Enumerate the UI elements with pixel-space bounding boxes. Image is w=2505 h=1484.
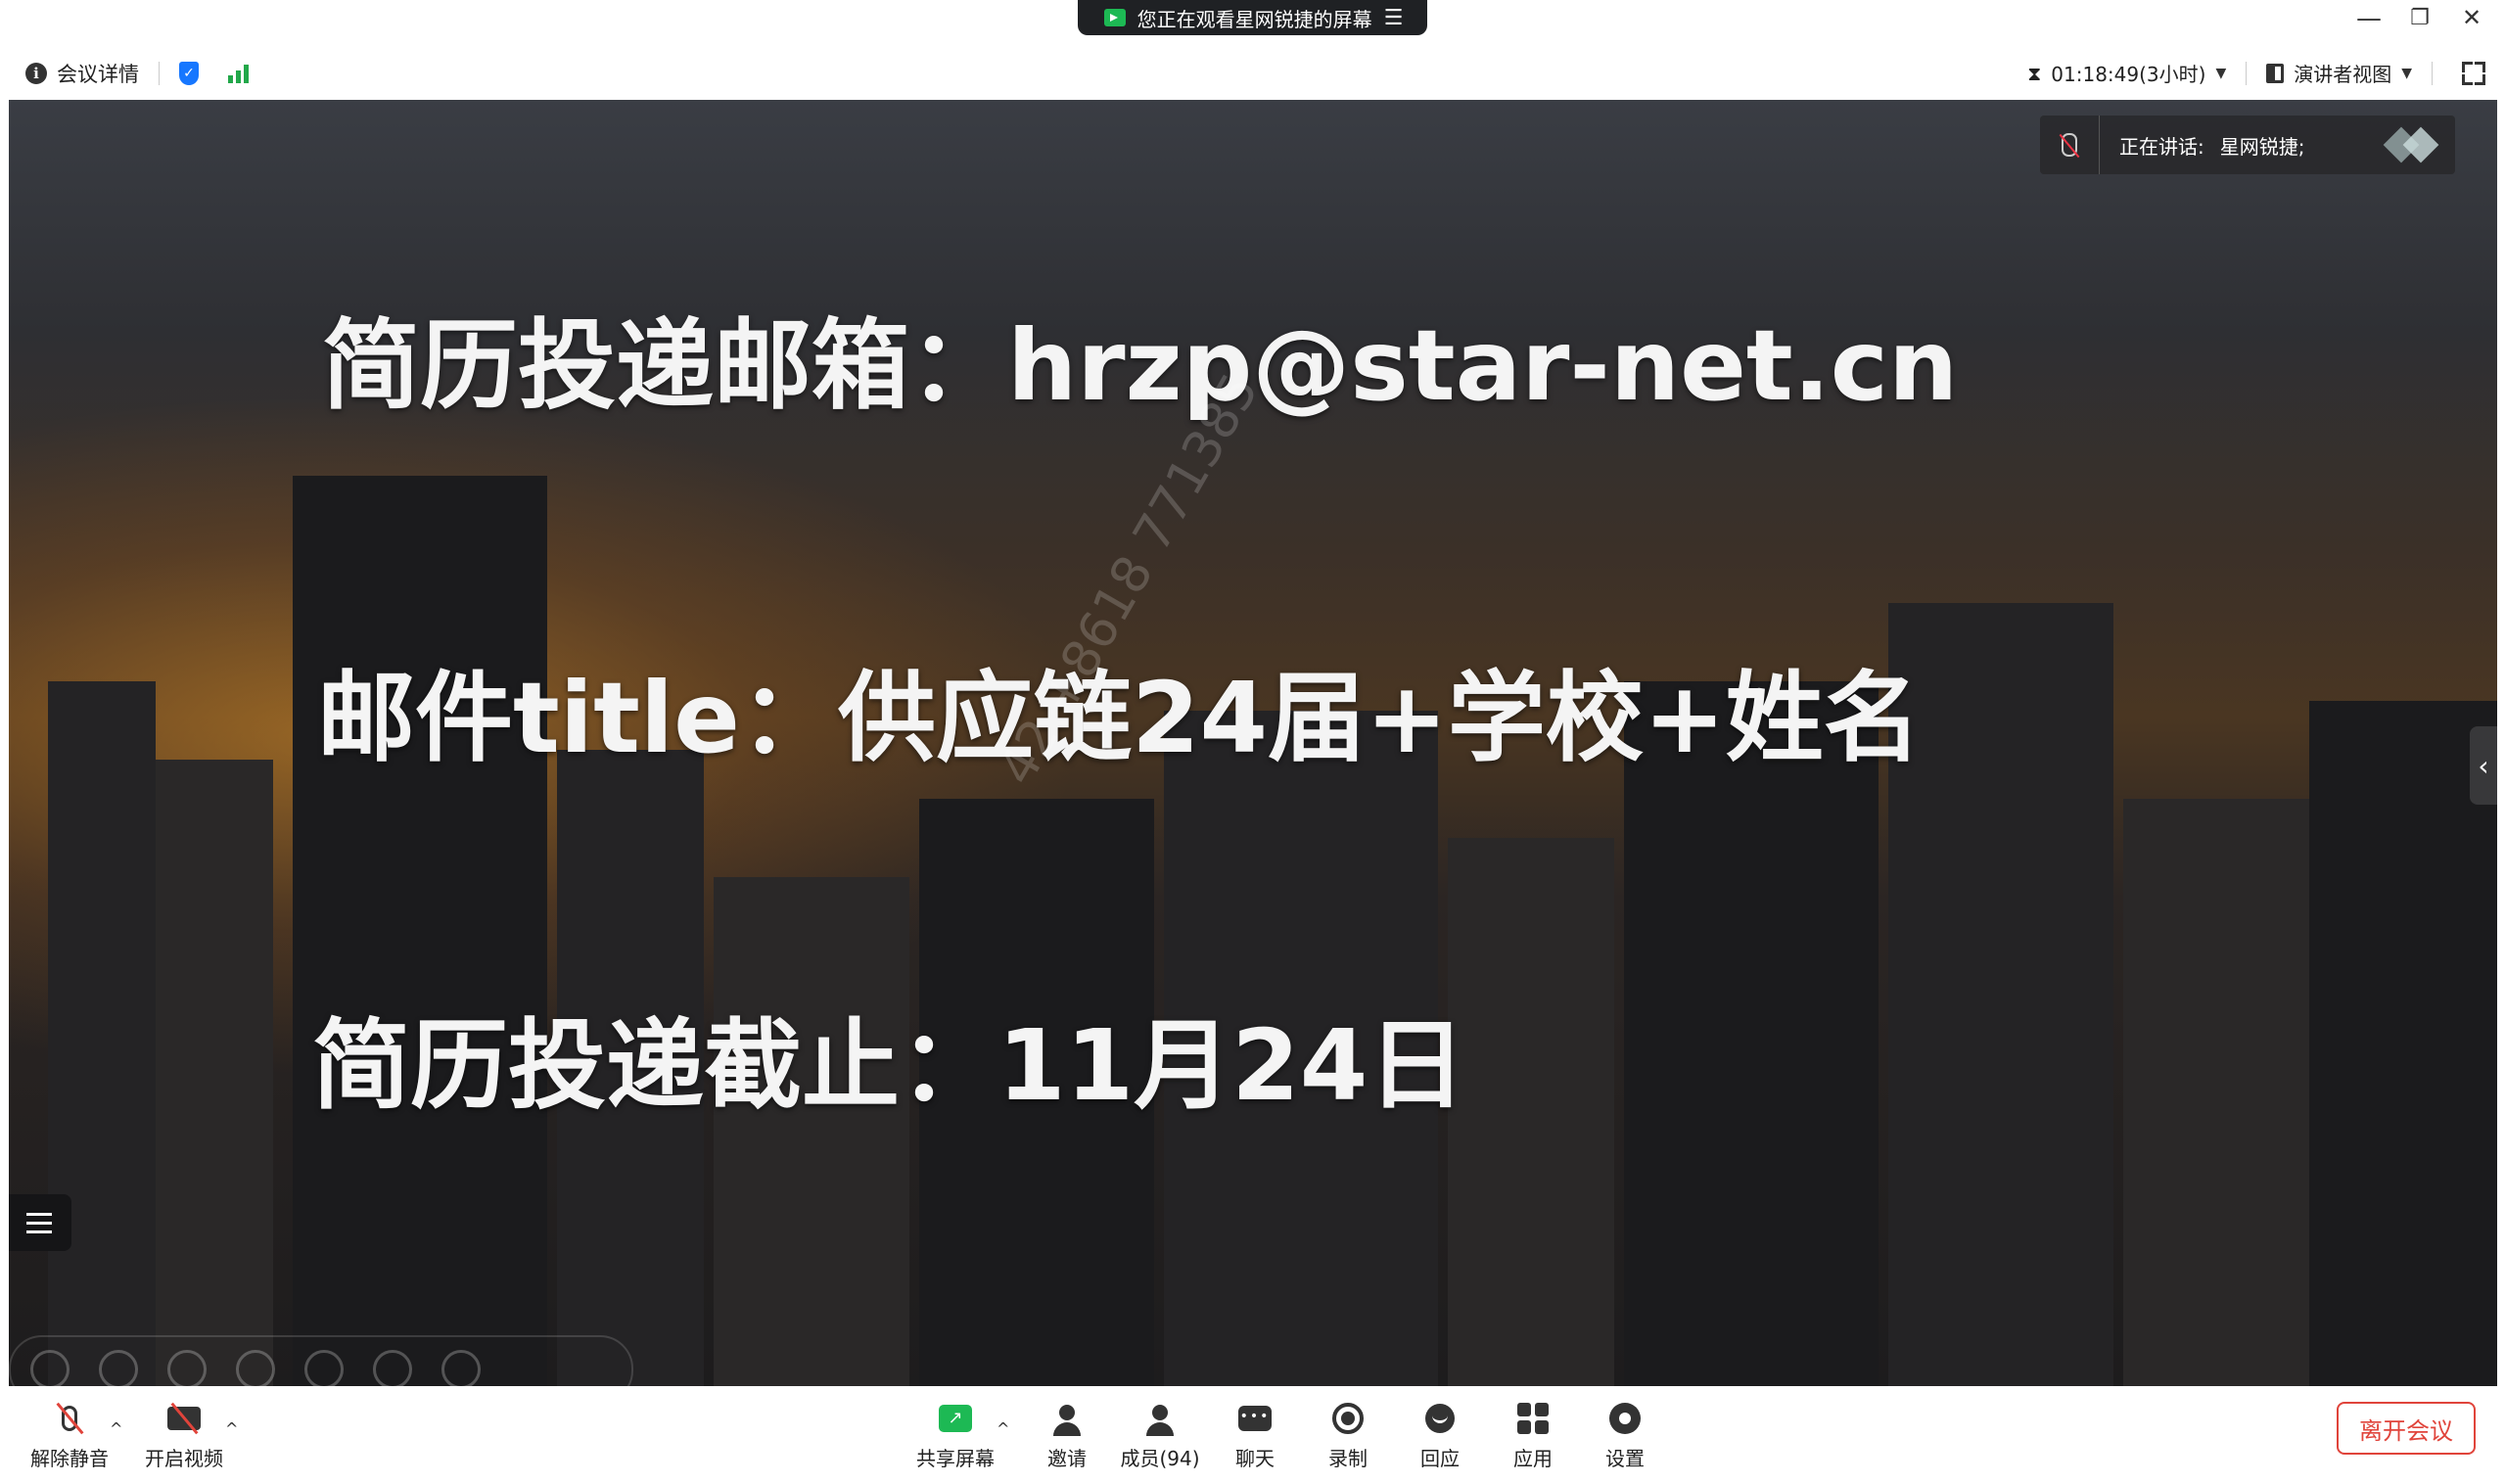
chat-button[interactable]: ••• 聊天 [1211, 1396, 1299, 1471]
gear-icon [1609, 1403, 1641, 1434]
annotation-toolbar[interactable] [9, 1335, 633, 1386]
meeting-timer[interactable]: 01:18:49(3小时) [2051, 59, 2205, 87]
meeting-info-bar: i 会议详情 ✓ ⧗ 01:18:49(3小时) ▼ 演讲者视图 ▼ [0, 47, 2505, 98]
apps-icon [1517, 1403, 1549, 1434]
skyline-building [1888, 603, 2113, 1386]
minimize-button[interactable]: — [2349, 4, 2389, 33]
start-video-label: 开启视频 [145, 1447, 223, 1470]
divider [159, 62, 160, 85]
share-banner-text: 您正在观看星网锐捷的屏幕 [1137, 7, 1372, 31]
slide-email-line: 简历投递邮箱：hrzp@star-net.cn [322, 308, 1959, 423]
share-screen-icon: ↗ [939, 1405, 972, 1432]
security-shield-icon[interactable]: ✓ [179, 62, 199, 85]
speaker-logo-icon [2383, 126, 2443, 163]
settings-label: 设置 [1605, 1447, 1645, 1470]
active-speaker-indicator: 正在讲话: 星网锐捷; [2040, 116, 2455, 174]
screen-share-banner[interactable]: 您正在观看星网锐捷的屏幕 ☰ [1078, 0, 1427, 35]
annotation-tool-icon[interactable] [373, 1350, 412, 1386]
chevron-up-icon[interactable]: ^ [110, 1419, 122, 1438]
unmute-button[interactable]: 解除静音 [25, 1396, 114, 1471]
divider [2246, 61, 2248, 85]
invite-label: 邀请 [1047, 1447, 1087, 1470]
muted-mic-icon [2040, 116, 2100, 174]
share-screen-label: 共享屏幕 [916, 1447, 995, 1470]
slide-subject-line: 邮件title：供应链24届+学校+姓名 [317, 661, 1922, 775]
skyline-building [48, 681, 156, 1386]
close-button[interactable]: ✕ [2452, 4, 2491, 31]
presenter-view-icon [2266, 63, 2285, 83]
annotation-tool-icon[interactable] [304, 1350, 344, 1386]
chat-label: 聊天 [1235, 1447, 1275, 1470]
record-icon [1332, 1403, 1364, 1434]
shared-screen-view: 简历投递邮箱：hrzp@star-net.cn 邮件title：供应链24届+学… [9, 100, 2497, 1386]
slide-deadline-line: 简历投递截止：11月24日 [312, 1008, 1466, 1123]
apps-label: 应用 [1513, 1447, 1553, 1470]
invite-button[interactable]: 邀请 [1023, 1396, 1111, 1471]
speaker-label: 正在讲话: [2119, 134, 2204, 159]
skyline-building [293, 476, 547, 1386]
annotation-tool-icon[interactable] [441, 1350, 481, 1386]
members-button[interactable]: 成员(94) [1116, 1396, 1204, 1471]
reaction-icon [1425, 1404, 1455, 1433]
skyline-building [2123, 799, 2319, 1386]
skyline-building [2309, 701, 2497, 1386]
divider [2432, 61, 2433, 85]
annotation-tool-icon[interactable] [99, 1350, 138, 1386]
speaker-icon [1103, 9, 1126, 26]
fullscreen-icon[interactable] [2462, 61, 2485, 85]
info-icon: i [25, 63, 47, 84]
banner-menu-icon[interactable]: ☰ [1384, 6, 1404, 30]
react-label: 回应 [1420, 1447, 1460, 1470]
record-button[interactable]: 录制 [1304, 1396, 1392, 1471]
annotation-tool-icon[interactable] [167, 1350, 207, 1386]
settings-button[interactable]: 设置 [1581, 1396, 1669, 1471]
chevron-up-icon[interactable]: ^ [225, 1419, 238, 1438]
apps-button[interactable]: 应用 [1489, 1396, 1577, 1471]
annotation-tool-icon[interactable] [30, 1350, 70, 1386]
invite-icon [1053, 1405, 1081, 1436]
presenter-view-button[interactable]: 演讲者视图 [2294, 59, 2391, 87]
skyline-building [156, 760, 273, 1386]
chevron-left-icon[interactable]: ‹ [2470, 726, 2497, 805]
title-bar: 您正在观看星网锐捷的屏幕 ☰ — ❐ ✕ [0, 0, 2505, 47]
restore-button[interactable]: ❐ [2400, 6, 2439, 30]
speaker-name: 星网锐捷; [2219, 134, 2305, 159]
react-button[interactable]: 回应 [1396, 1396, 1484, 1471]
chevron-down-icon[interactable]: ▼ [2401, 66, 2412, 81]
record-label: 录制 [1328, 1447, 1368, 1470]
members-icon [1146, 1405, 1174, 1436]
chevron-down-icon[interactable]: ▼ [2215, 66, 2226, 81]
skyline-building [714, 877, 909, 1386]
skyline-building [1624, 681, 1879, 1386]
meeting-details-link[interactable]: 会议详情 [57, 59, 139, 88]
chevron-up-icon[interactable]: ^ [997, 1419, 1009, 1438]
members-label: 成员(94) [1120, 1447, 1200, 1470]
skyline-building [1448, 838, 1614, 1386]
network-signal-icon[interactable] [228, 64, 249, 83]
start-video-button[interactable]: 开启视频 [140, 1396, 228, 1471]
leave-meeting-button[interactable]: 离开会议 [2337, 1402, 2476, 1455]
hourglass-icon: ⧗ [2027, 61, 2042, 85]
unmute-label: 解除静音 [30, 1447, 109, 1470]
chat-icon: ••• [1238, 1406, 1272, 1431]
meeting-toolbar: 解除静音 ^ 开启视频 ^ ↗ 共享屏幕 ^ 邀请 成员(94) ••• 聊天 … [0, 1386, 2505, 1484]
list-menu-icon[interactable] [9, 1194, 71, 1251]
annotation-tool-icon[interactable] [236, 1350, 275, 1386]
share-screen-button[interactable]: ↗ 共享屏幕 [911, 1396, 999, 1471]
